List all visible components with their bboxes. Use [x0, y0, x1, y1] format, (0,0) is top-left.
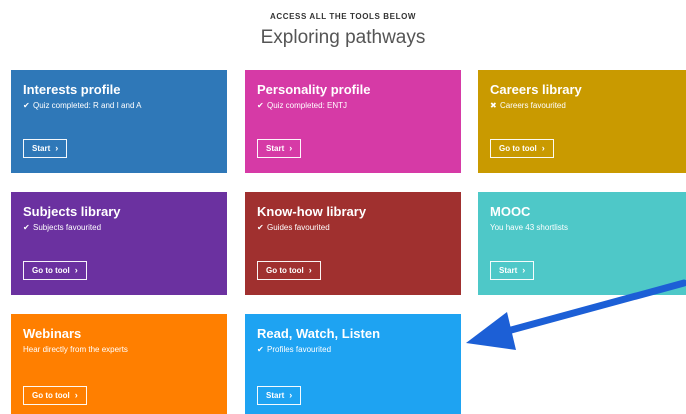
- chevron-right-icon: ›: [289, 390, 293, 400]
- card-know-how-library[interactable]: Know-how library ✔ Guides favourited Go …: [245, 192, 461, 295]
- card-personality-profile[interactable]: Personality profile ✔ Quiz completed: EN…: [245, 70, 461, 173]
- chevron-right-icon: ›: [289, 143, 293, 153]
- x-icon: ✖: [490, 101, 497, 110]
- chevron-right-icon: ›: [74, 390, 78, 400]
- button-label: Go to tool: [499, 144, 537, 153]
- start-button[interactable]: Start ›: [257, 386, 302, 405]
- card-title: Read, Watch, Listen: [257, 326, 381, 341]
- chevron-right-icon: ›: [308, 265, 312, 275]
- button-label: Go to tool: [266, 266, 304, 275]
- check-icon: ✔: [23, 223, 30, 232]
- card-subjects-library[interactable]: Subjects library ✔ Subjects favourited G…: [11, 192, 227, 295]
- card-title: Know-how library: [257, 204, 367, 219]
- go-to-tool-button[interactable]: Go to tool ›: [23, 386, 87, 405]
- card-title: Careers library: [490, 82, 582, 97]
- section-eyebrow: ACCESS ALL THE TOOLS BELOW: [269, 12, 417, 21]
- button-label: Start: [499, 266, 518, 275]
- start-button[interactable]: Start ›: [257, 139, 302, 158]
- button-label: Start: [32, 144, 51, 153]
- card-title: Personality profile: [257, 82, 371, 97]
- check-icon: ✔: [23, 101, 30, 110]
- card-status-text: Quiz completed: R and I and A: [33, 101, 142, 110]
- go-to-tool-button[interactable]: Go to tool ›: [490, 139, 554, 158]
- chevron-right-icon: ›: [74, 265, 78, 275]
- card-status: ✖ Careers favourited: [490, 101, 674, 111]
- card-status-text: Hear directly from the experts: [23, 345, 128, 354]
- card-status-text: Profiles favourited: [267, 345, 332, 354]
- card-status: Hear directly from the experts: [23, 345, 215, 355]
- arrow-head: [466, 312, 516, 350]
- card-title: Interests profile: [23, 82, 121, 97]
- card-status-text: You have 43 shortlists: [490, 223, 568, 232]
- card-status: ✔ Profiles favourited: [257, 345, 449, 355]
- check-icon: ✔: [257, 223, 264, 232]
- button-label: Go to tool: [32, 391, 70, 400]
- card-title: Webinars: [23, 326, 82, 341]
- card-careers-library[interactable]: Careers library ✖ Careers favourited Go …: [478, 70, 686, 173]
- start-button[interactable]: Start ›: [23, 139, 68, 158]
- check-icon: ✔: [257, 101, 264, 110]
- go-to-tool-button[interactable]: Go to tool ›: [257, 261, 321, 280]
- button-label: Go to tool: [32, 266, 70, 275]
- card-status-text: Subjects favourited: [33, 223, 102, 232]
- chevron-right-icon: ›: [55, 143, 59, 153]
- button-label: Start: [266, 144, 285, 153]
- card-status-text: Careers favourited: [500, 101, 566, 110]
- card-title: MOOC: [490, 204, 531, 219]
- go-to-tool-button[interactable]: Go to tool ›: [23, 261, 87, 280]
- card-status: ✔ Guides favourited: [257, 223, 449, 233]
- card-webinars[interactable]: Webinars Hear directly from the experts …: [11, 314, 227, 414]
- card-title: Subjects library: [23, 204, 121, 219]
- button-label: Start: [266, 391, 285, 400]
- card-read-watch-listen[interactable]: Read, Watch, Listen ✔ Profiles favourite…: [245, 314, 461, 414]
- start-button[interactable]: Start ›: [490, 261, 535, 280]
- check-icon: ✔: [257, 345, 264, 354]
- page-title: Exploring pathways: [260, 27, 426, 48]
- card-status: You have 43 shortlists: [490, 223, 674, 233]
- chevron-right-icon: ›: [541, 143, 545, 153]
- card-mooc[interactable]: MOOC You have 43 shortlists Start ›: [478, 192, 686, 295]
- card-interests-profile[interactable]: Interests profile ✔ Quiz completed: R an…: [11, 70, 227, 173]
- exploring-pathways-page: ACCESS ALL THE TOOLS BELOW Exploring pat…: [0, 0, 686, 414]
- card-status-text: Quiz completed: ENTJ: [267, 101, 348, 110]
- chevron-right-icon: ›: [522, 265, 526, 275]
- card-status: ✔ Quiz completed: ENTJ: [257, 101, 449, 111]
- card-status-text: Guides favourited: [267, 223, 330, 232]
- card-status: ✔ Quiz completed: R and I and A: [23, 101, 215, 111]
- card-status: ✔ Subjects favourited: [23, 223, 215, 233]
